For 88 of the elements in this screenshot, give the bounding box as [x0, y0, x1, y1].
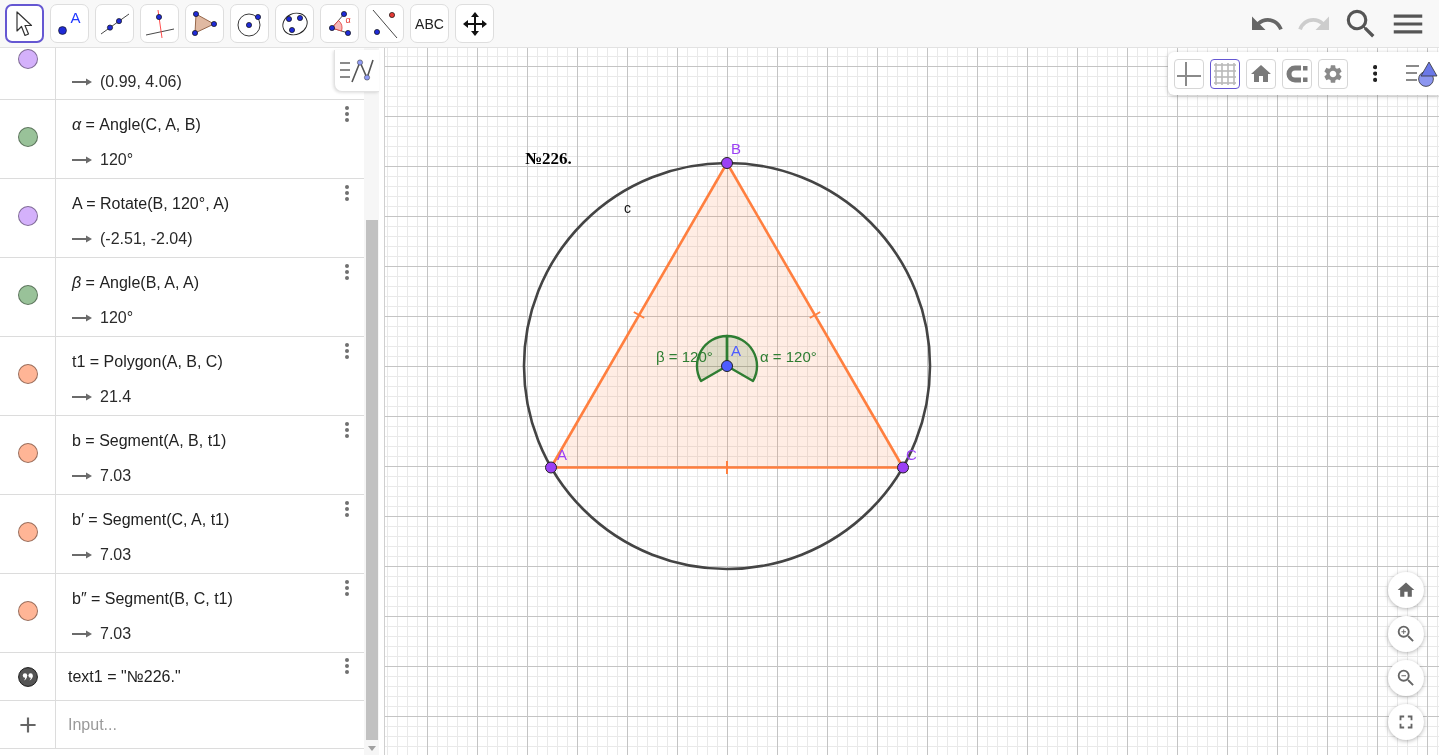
value-text: 120° [100, 308, 134, 328]
angle-icon [328, 11, 353, 36]
quote-icon [17, 666, 38, 687]
arrow-icon [72, 551, 92, 559]
circle-label: c [624, 200, 631, 216]
definition-text[interactable]: b′ = Segment(C, A, t1) [72, 508, 230, 532]
tool-button[interactable]: α [320, 4, 359, 43]
arrow-icon [72, 78, 92, 86]
value-text: 7.03 [100, 545, 132, 565]
tool-button[interactable]: ABC [410, 4, 449, 43]
settings-icon [1322, 62, 1344, 85]
cursor-icon [16, 10, 33, 37]
more-icon [345, 264, 349, 280]
point[interactable] [721, 157, 733, 169]
view-toggle-button[interactable] [334, 50, 379, 92]
color-dot[interactable] [17, 443, 38, 463]
color-dot[interactable] [17, 522, 38, 542]
definition-text[interactable]: text1 = "№226." [68, 664, 181, 689]
snap-button[interactable] [1282, 58, 1312, 89]
definition-text[interactable]: β = Angle(B, A, A) [72, 271, 199, 295]
color-dot[interactable] [17, 127, 38, 147]
fullscreen-button[interactable] [1388, 704, 1424, 740]
arrow-icon [72, 314, 92, 322]
shapes-icon [1406, 60, 1438, 87]
more-icon [1372, 65, 1378, 82]
circle-points-icon [280, 10, 309, 37]
value-text: 21.4 [100, 387, 132, 407]
perpendicular-lines-icon [144, 8, 175, 39]
definition-text[interactable]: α = Angle(C, A, B) [72, 113, 201, 137]
more-icon [345, 343, 349, 359]
value-text: (0.99, 4.06) [100, 72, 182, 92]
grid-toggle[interactable] [1210, 58, 1240, 89]
arrow-icon [72, 156, 92, 164]
zoom-out-button[interactable] [1388, 660, 1424, 696]
more-icon [345, 106, 349, 122]
color-dot[interactable] [17, 206, 38, 226]
input-field[interactable]: Input... [56, 701, 364, 748]
point[interactable] [897, 461, 909, 474]
point[interactable] [721, 360, 733, 372]
arrow-icon [72, 235, 92, 243]
tool-button[interactable] [5, 4, 44, 43]
value-text: (-2.51, -2.04) [100, 229, 193, 249]
angle-label: α = 120° [760, 348, 817, 365]
color-dot[interactable] [17, 49, 38, 69]
heading-text: №226. [525, 149, 572, 168]
zoom-in-icon [1395, 623, 1417, 645]
color-dot[interactable] [17, 285, 38, 305]
home-button[interactable] [1388, 572, 1424, 608]
value-text: 120° [100, 150, 134, 170]
color-dot[interactable] [17, 601, 38, 621]
color-dot[interactable] [17, 364, 38, 384]
definition-text[interactable]: t1 = Polygon(A, B, C) [72, 350, 223, 374]
circle-icon [237, 10, 262, 37]
line-icon [99, 12, 130, 35]
settings-button[interactable] [1318, 58, 1348, 89]
move-arrows-icon [462, 11, 487, 36]
home-icon [1396, 580, 1416, 600]
value-text: 7.03 [100, 624, 132, 644]
magnet-icon [1286, 64, 1308, 83]
home-button[interactable] [1246, 58, 1276, 89]
zoom-out-icon [1395, 667, 1417, 689]
more-icon [345, 185, 349, 201]
triangle-icon [192, 10, 217, 37]
axes-icon [1177, 61, 1201, 86]
angle-sector [725, 334, 759, 383]
list-graph-icon [340, 58, 374, 83]
arrow-icon [72, 472, 92, 480]
point-label: B [731, 140, 741, 157]
point[interactable] [545, 461, 557, 474]
axes-toggle[interactable] [1174, 58, 1204, 89]
point-label: A [731, 342, 741, 359]
zoom-in-button[interactable] [1388, 616, 1424, 652]
scrollbar-thumb[interactable] [365, 220, 378, 740]
scrollbar[interactable] [364, 48, 379, 755]
more-icon [345, 658, 349, 674]
point-icon [58, 26, 68, 35]
definition-text[interactable]: b = Segment(A, B, t1) [72, 429, 227, 453]
grid-icon [1214, 62, 1236, 85]
arrow-icon [72, 630, 92, 638]
definition-text[interactable]: A = Rotate(B, 120°, A) [72, 192, 230, 216]
more-icon [345, 422, 349, 438]
line-points-icon [370, 8, 399, 39]
tool-button[interactable]: A [50, 4, 89, 43]
definition-text[interactable]: b″ = Segment(B, C, t1) [72, 587, 233, 611]
arrow-icon [72, 393, 92, 401]
more-icon [345, 501, 349, 517]
value-text: 7.03 [100, 466, 132, 486]
more-icon [345, 580, 349, 596]
